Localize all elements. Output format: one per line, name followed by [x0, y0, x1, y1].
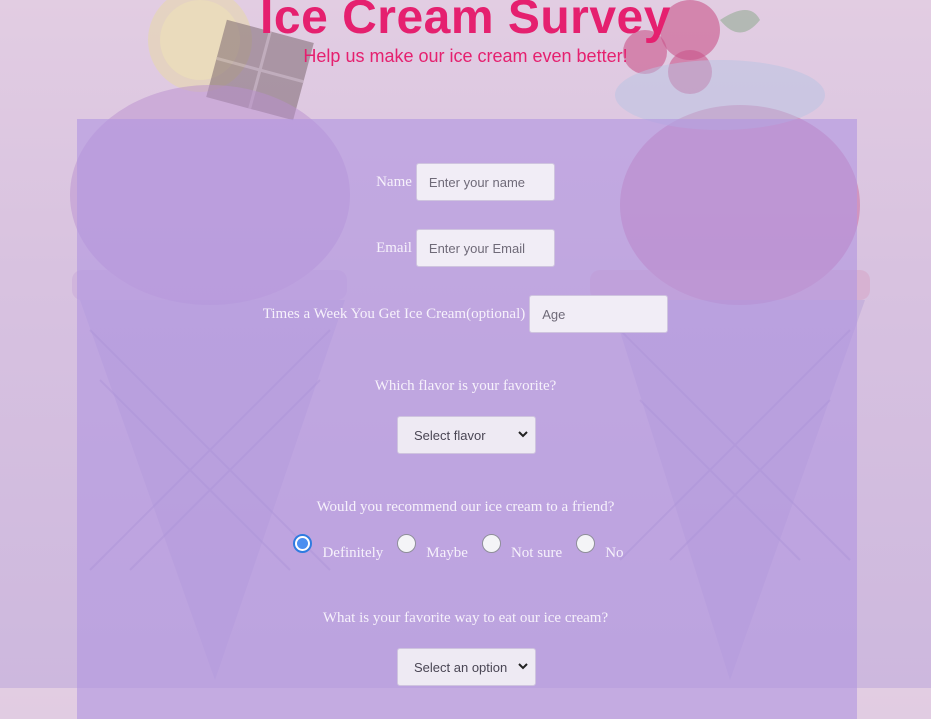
chevron-down-icon — [518, 663, 528, 670]
recommend-question: Would you recommend our ice cream to a f… — [316, 499, 615, 515]
chevron-down-icon — [518, 431, 528, 438]
radio-maybe[interactable] — [397, 534, 417, 553]
flavor-select[interactable]: Select flavor — [397, 416, 536, 454]
radio-label-no: No — [605, 545, 624, 561]
radio-definitely[interactable] — [293, 534, 313, 553]
radio-label-maybe: Maybe — [426, 545, 468, 561]
email-input[interactable] — [415, 229, 555, 267]
way-select[interactable]: Select an option — [397, 648, 536, 686]
times-input[interactable] — [529, 295, 669, 333]
page-title: Ice Cream Survey — [260, 0, 671, 44]
radio-not-sure[interactable] — [481, 534, 501, 553]
times-row: Times a Week You Get Ice Cream(optional) — [0, 295, 931, 333]
way-question: What is your favorite way to eat our ice… — [322, 610, 609, 626]
radio-no[interactable] — [576, 534, 596, 553]
flavor-question: Which flavor is your favorite? — [374, 378, 557, 394]
radio-label-not-sure: Not sure — [510, 545, 563, 561]
email-row: Email — [0, 229, 931, 267]
name-row: Name — [0, 163, 931, 201]
name-label: Name — [376, 173, 412, 190]
name-input[interactable] — [415, 163, 555, 201]
recommend-radio-group: Definitely Maybe Not sure No — [0, 534, 931, 561]
email-label: Email — [376, 239, 412, 256]
radio-label-definitely: Definitely — [322, 545, 384, 561]
way-select-value: Select an option — [414, 659, 508, 675]
times-label: Times a Week You Get Ice Cream(optional) — [262, 305, 526, 322]
flavor-select-value: Select flavor — [414, 427, 486, 443]
page-subtitle: Help us make our ice cream even better! — [303, 46, 628, 66]
